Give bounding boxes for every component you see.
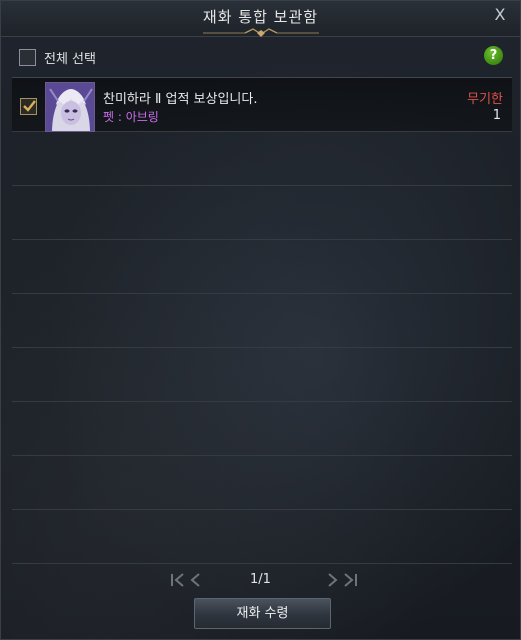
pet-portrait [45,82,95,132]
item-quantity: 1 [492,108,501,123]
title-ornament-icon [203,28,319,37]
title-bar: 재화 통합 보관함 X [1,1,520,37]
empty-row [12,456,512,510]
pet-avatar-icon [46,83,94,131]
storage-window: 재화 통합 보관함 X 전체 선택 ? 찬미하라 Ⅱ 업적 보상입니다. 펫:… [0,0,521,640]
empty-row [12,294,512,348]
last-page-icon[interactable] [341,570,359,590]
empty-row [12,510,512,564]
page-indicator: 1/1 [250,572,271,587]
list-item[interactable]: 찬미하라 Ⅱ 업적 보상입니다. 펫 : 아브링 무기한 1 [12,78,512,132]
item-pet-label: 펫 : 아브링 [103,110,159,124]
item-checkbox[interactable] [20,98,37,115]
help-icon[interactable]: ? [484,46,503,65]
item-list: 찬미하라 Ⅱ 업적 보상입니다. 펫 : 아브링 무기한 1 [12,77,512,564]
empty-row [12,186,512,240]
select-all-label: 전체 선택 [44,51,96,67]
item-expiry: 무기한 [467,92,503,107]
empty-row [12,132,512,186]
item-name: 찬미하라 Ⅱ 업적 보상입니다. [103,92,258,107]
claim-currency-button[interactable]: 재화 수령 [194,598,331,629]
pagination: 1/1 [1,570,520,590]
next-page-icon[interactable] [323,570,341,590]
window-title: 재화 통합 보관함 [202,8,319,26]
empty-row [12,240,512,294]
close-button[interactable]: X [490,5,510,25]
select-all-row[interactable]: 전체 선택 [19,47,96,67]
empty-row [12,348,512,402]
select-all-checkbox[interactable] [19,48,36,66]
empty-row [12,402,512,456]
checkmark-icon [23,100,36,112]
